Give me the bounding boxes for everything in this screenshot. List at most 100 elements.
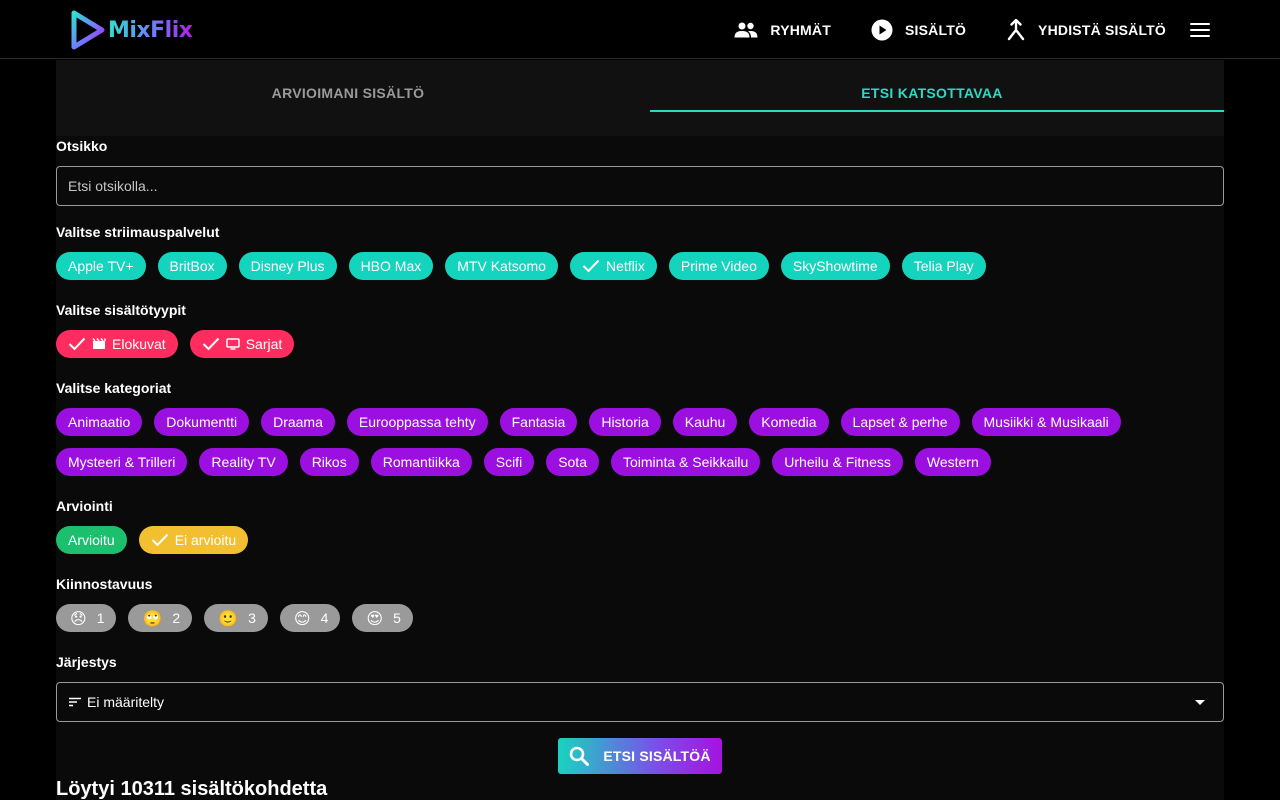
chip-label: Toiminta & Seikkailu: [623, 454, 749, 470]
check-icon: [151, 533, 168, 547]
chip-label: 4: [320, 610, 329, 626]
chip-telia-play[interactable]: Telia Play: [901, 252, 986, 280]
interest-label: Kiinnostavuus: [56, 576, 153, 592]
heart-eyes-face-icon: 😍: [366, 608, 384, 628]
interest-chips: 😞 1 🙄 2 🙂 3 😊 4 😍 5: [56, 604, 425, 632]
search-content-button[interactable]: ETSI SISÄLTÖÄ: [558, 738, 722, 774]
chip-label: 3: [248, 610, 256, 626]
chip-category-animation[interactable]: Animaatio: [56, 408, 143, 436]
chip-prime-video[interactable]: Prime Video: [668, 252, 769, 280]
chip-label: Dokumentti: [166, 414, 238, 430]
search-icon: [570, 746, 590, 766]
chip-not-rated[interactable]: Ei arvioitu: [138, 526, 249, 554]
chip-mtv-katsomo[interactable]: MTV Katsomo: [445, 252, 558, 280]
chip-category-horror[interactable]: Kauhu: [672, 408, 738, 436]
title-search-input[interactable]: [56, 166, 1224, 206]
result-count: Löytyi 10311 sisältökohdetta: [56, 778, 328, 800]
chip-category-western[interactable]: Western: [914, 448, 991, 476]
rating-label: Arviointi: [56, 498, 113, 514]
chip-movies[interactable]: Elokuvat: [56, 330, 178, 358]
chip-category-documentary[interactable]: Dokumentti: [154, 408, 250, 436]
chip-series[interactable]: Sarjat: [189, 330, 295, 358]
view-tabs: ARVIOIMANI SISÄLTÖ ETSI KATSOTTAVAA: [56, 60, 1224, 136]
chip-category-action-adventure[interactable]: Toiminta & Seikkailu: [611, 448, 761, 476]
nav-content[interactable]: SISÄLTÖ: [871, 19, 966, 41]
top-bar: MixFlix RYHMÄT SISÄLTÖ YHDISTÄ SISÄLTÖ: [0, 0, 1280, 59]
chip-apple-tv[interactable]: Apple TV+: [56, 252, 146, 280]
title-label: Otsikko: [56, 138, 108, 154]
chip-interest-1[interactable]: 😞 1: [56, 604, 117, 632]
nav-groups[interactable]: RYHMÄT: [734, 22, 831, 38]
chip-disney-plus[interactable]: Disney Plus: [238, 252, 337, 280]
filter-panel: Otsikko Valitse striimauspalvelut Apple …: [56, 136, 1224, 800]
chip-category-war[interactable]: Sota: [546, 448, 599, 476]
chip-category-mystery-thriller[interactable]: Mysteeri & Trilleri: [56, 448, 188, 476]
chip-interest-2[interactable]: 🙄 2: [128, 604, 193, 632]
chip-label: MTV Katsomo: [457, 258, 546, 274]
chip-rated[interactable]: Arvioitu: [56, 526, 127, 554]
chevron-down-icon: [1195, 700, 1205, 705]
chip-label: Apple TV+: [68, 258, 134, 274]
nav-merge-content-label: YHDISTÄ SISÄLTÖ: [1038, 21, 1166, 38]
chip-category-sports-fitness[interactable]: Urheilu & Fitness: [772, 448, 903, 476]
category-chips-row-2: Mysteeri & Trilleri Reality TV Rikos Rom…: [56, 448, 1003, 476]
chip-skyshowtime[interactable]: SkyShowtime: [780, 252, 890, 280]
chip-label: Sarjat: [245, 336, 283, 352]
chip-interest-3[interactable]: 🙂 3: [204, 604, 268, 632]
chip-label: Animaatio: [68, 414, 131, 430]
play-logo-icon: [71, 10, 105, 50]
chip-label: Western: [926, 454, 979, 470]
chip-category-crime[interactable]: Rikos: [299, 448, 359, 476]
slight-smile-face-icon: 🙂: [218, 608, 239, 628]
chip-category-kids-family[interactable]: Lapset & perhe: [840, 408, 960, 436]
chip-category-scifi[interactable]: Scifi: [483, 448, 535, 476]
chip-category-history[interactable]: Historia: [589, 408, 661, 436]
chip-label: Musiikki & Musikaali: [983, 414, 1109, 430]
smiling-face-icon: 😊: [293, 608, 311, 628]
chip-label: Ei arvioitu: [174, 532, 237, 548]
brand-logo[interactable]: MixFlix: [70, 10, 193, 50]
sort-value: Ei määritelty: [87, 694, 165, 710]
chip-britbox[interactable]: BritBox: [157, 252, 227, 280]
chip-category-reality-tv[interactable]: Reality TV: [199, 448, 288, 476]
search-button-label: ETSI SISÄLTÖÄ: [603, 748, 711, 764]
check-icon: [68, 337, 86, 351]
chip-interest-5[interactable]: 😍 5: [352, 604, 413, 632]
chip-label: Draama: [273, 414, 323, 430]
check-icon: [582, 259, 600, 273]
streaming-label: Valitse striimauspalvelut: [56, 224, 220, 240]
chip-label: Komedia: [761, 414, 817, 430]
chip-label: 2: [172, 610, 181, 626]
content-types-label: Valitse sisältötyypit: [56, 302, 186, 318]
chip-netflix[interactable]: Netflix: [569, 252, 657, 280]
chip-label: Scifi: [495, 454, 523, 470]
chip-interest-4[interactable]: 😊 4: [279, 604, 341, 632]
chip-hbo-max[interactable]: HBO Max: [348, 252, 434, 280]
chip-label: Elokuvat: [112, 336, 166, 352]
sort-select[interactable]: Ei määritelty: [56, 682, 1224, 722]
main-nav: RYHMÄT SISÄLTÖ YHDISTÄ SISÄLTÖ: [734, 0, 1210, 59]
chip-label: Mysteeri & Trilleri: [68, 454, 176, 470]
chip-category-music-musical[interactable]: Musiikki & Musikaali: [971, 408, 1121, 436]
chip-category-romance[interactable]: Romantiikka: [370, 448, 472, 476]
tv-icon: [225, 338, 240, 350]
hamburger-menu-icon[interactable]: [1190, 22, 1210, 37]
chip-category-comedy[interactable]: Komedia: [749, 408, 829, 436]
chip-label: Telia Play: [913, 258, 974, 274]
rating-chips: Arvioitu Ei arvioitu: [56, 526, 260, 554]
chip-category-fantasy[interactable]: Fantasia: [499, 408, 578, 436]
nav-merge-content[interactable]: YHDISTÄ SISÄLTÖ: [1006, 18, 1166, 41]
chip-label: Prime Video: [680, 258, 757, 274]
chip-label: Rikos: [311, 454, 347, 470]
chip-category-drama[interactable]: Draama: [261, 408, 335, 436]
check-icon: [202, 337, 219, 351]
tab-find-to-watch[interactable]: ETSI KATSOTTAVAA: [640, 60, 1224, 126]
nav-content-label: SISÄLTÖ: [905, 21, 967, 38]
tab-rated-content[interactable]: ARVIOIMANI SISÄLTÖ: [56, 60, 640, 126]
category-chips-row-1: Animaatio Dokumentti Draama Eurooppassa …: [56, 408, 1133, 436]
chip-category-made-in-europe[interactable]: Eurooppassa tehty: [346, 408, 488, 436]
eye-roll-face-icon: 🙄: [142, 608, 163, 628]
chip-label: Kauhu: [684, 414, 726, 430]
chip-label: Urheilu & Fitness: [784, 454, 891, 470]
sort-icon: [69, 697, 81, 707]
